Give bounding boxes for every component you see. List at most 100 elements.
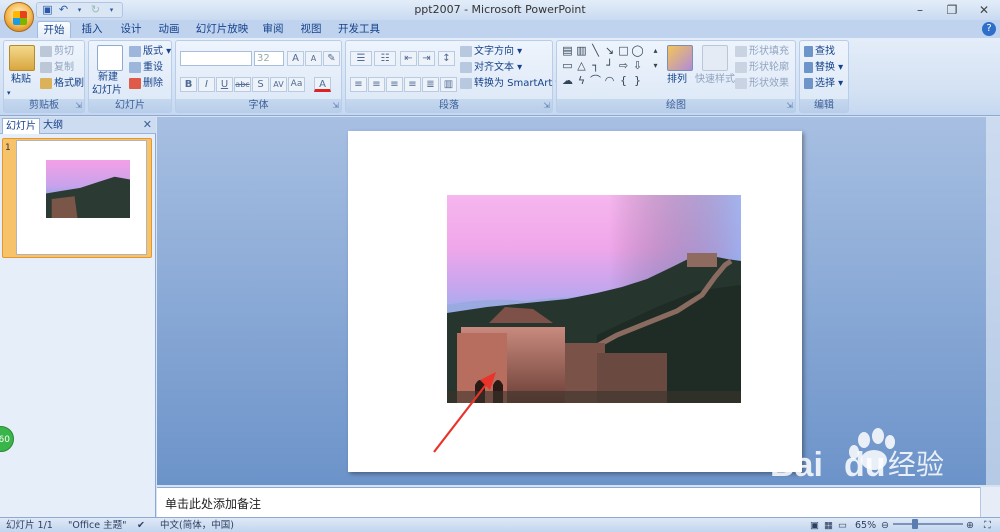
tab-insert[interactable]: 插入 xyxy=(78,21,106,38)
shape-fill-button[interactable]: 形状填充 xyxy=(735,45,789,58)
tab-developer[interactable]: 开发工具 xyxy=(336,21,382,38)
right-brace-shape-icon[interactable]: } xyxy=(631,74,644,87)
drawing-launcher-icon[interactable]: ⇲ xyxy=(786,101,793,110)
right-arrow-shape-icon[interactable]: ⇨ xyxy=(617,59,630,72)
align-right-icon[interactable]: ≡ xyxy=(386,77,403,92)
text-direction-button[interactable]: 文字方向 ▾ xyxy=(460,45,522,58)
tab-slideshow[interactable]: 幻灯片放映 xyxy=(194,21,250,38)
office-button[interactable] xyxy=(4,2,34,32)
restore-button[interactable]: ❐ xyxy=(936,0,968,20)
arrange-button[interactable]: 排列 xyxy=(667,73,687,86)
shapes-scroll-up-icon[interactable]: ▴ xyxy=(649,44,662,57)
decrease-indent-icon[interactable]: ⇤ xyxy=(400,51,417,66)
strikethrough-button[interactable]: abc xyxy=(234,77,251,92)
justify-icon[interactable]: ≡ xyxy=(404,77,421,92)
font-color-button[interactable]: A xyxy=(314,77,331,92)
triangle-shape-icon[interactable]: △ xyxy=(575,59,588,72)
delete-button[interactable]: 删除 xyxy=(129,77,163,90)
align-center-icon[interactable]: ≡ xyxy=(368,77,385,92)
connector-shape-icon[interactable]: ┘ xyxy=(603,59,616,72)
increase-indent-icon[interactable]: ⇥ xyxy=(418,51,435,66)
cloud-shape-icon[interactable]: ☁ xyxy=(561,74,574,87)
quick-styles-icon[interactable] xyxy=(702,45,728,71)
arrange-icon[interactable] xyxy=(667,45,693,71)
shrink-font-button[interactable]: A xyxy=(305,51,322,66)
font-launcher-icon[interactable]: ⇲ xyxy=(332,101,339,110)
distribute-icon[interactable]: ≣ xyxy=(422,77,439,92)
new-slide-label2[interactable]: 幻灯片 xyxy=(92,84,122,97)
quick-styles-button[interactable]: 快速样式 xyxy=(695,73,735,86)
numbering-icon[interactable]: ☷ xyxy=(374,51,396,66)
line-spacing-icon[interactable]: ↕ xyxy=(438,51,455,66)
shape-fill-label: 形状填充 xyxy=(749,46,789,57)
align-text-button[interactable]: 对齐文本 ▾ xyxy=(460,61,522,74)
effects-icon xyxy=(735,77,747,89)
layout-button[interactable]: 版式 ▾ xyxy=(129,45,171,58)
grow-font-button[interactable]: A xyxy=(287,51,304,66)
left-brace-shape-icon[interactable]: { xyxy=(617,74,630,87)
panel-close-icon[interactable]: ✕ xyxy=(143,118,152,131)
clear-format-icon[interactable]: ✎ xyxy=(323,51,340,66)
elbow-connector-shape-icon[interactable]: ┐ xyxy=(589,59,602,72)
paste-button[interactable]: 粘贴 xyxy=(11,73,31,86)
select-label: 选择 xyxy=(815,78,835,89)
spellcheck-icon[interactable]: ✔ xyxy=(137,519,145,532)
bold-button[interactable]: B xyxy=(180,77,197,92)
minimize-button[interactable]: – xyxy=(904,0,936,20)
italic-button[interactable]: I xyxy=(198,77,215,92)
help-icon[interactable]: ? xyxy=(982,22,996,36)
reset-icon xyxy=(129,61,141,73)
line-shape-icon[interactable]: ╲ xyxy=(589,44,602,57)
shape-outline-button[interactable]: 形状轮廓 xyxy=(735,61,789,74)
clipboard-launcher-icon[interactable]: ⇲ xyxy=(75,101,82,110)
bullets-icon[interactable]: ☰ xyxy=(350,51,372,66)
down-arrow-shape-icon[interactable]: ⇩ xyxy=(631,59,644,72)
tab-design[interactable]: 设计 xyxy=(117,21,145,38)
paragraph-launcher-icon[interactable]: ⇲ xyxy=(543,101,550,110)
language-indicator[interactable]: 中文(简体，中国) xyxy=(160,519,234,532)
cut-button[interactable]: 剪切 xyxy=(40,45,74,58)
replace-button[interactable]: 替换 ▾ xyxy=(804,61,843,74)
change-case-button[interactable]: Aa xyxy=(288,77,305,92)
format-painter-button[interactable]: 格式刷 xyxy=(40,77,84,90)
smartart-button[interactable]: 转换为 SmartArt ▾ xyxy=(460,77,561,90)
close-button[interactable]: ✕ xyxy=(968,0,1000,20)
shape-effects-button[interactable]: 形状效果 xyxy=(735,77,789,90)
curve-shape-icon[interactable]: ⌒ xyxy=(589,74,602,87)
arrow-line-shape-icon[interactable]: ↘ xyxy=(603,44,616,57)
notes-placeholder: 单击此处添加备注 xyxy=(165,497,262,511)
tab-home[interactable]: 开始 xyxy=(37,21,71,38)
rounded-rect-shape-icon[interactable]: ▭ xyxy=(561,59,574,72)
tab-review[interactable]: 审阅 xyxy=(259,21,287,38)
textbox-shape-icon[interactable]: ▤ xyxy=(561,44,574,57)
oval-shape-icon[interactable]: ◯ xyxy=(631,44,644,57)
copy-button[interactable]: 复制 xyxy=(40,61,74,74)
underline-button[interactable]: U xyxy=(216,77,233,92)
paste-icon[interactable] xyxy=(9,45,35,71)
char-spacing-button[interactable]: AV xyxy=(270,77,287,92)
tab-animation[interactable]: 动画 xyxy=(155,21,183,38)
rectangle-shape-icon[interactable]: □ xyxy=(617,44,630,57)
tab-outline-panel[interactable]: 大纲 xyxy=(40,118,66,134)
reset-button[interactable]: 重设 xyxy=(129,61,163,74)
columns-icon[interactable]: ▥ xyxy=(440,77,457,92)
delete-icon xyxy=(129,77,141,89)
new-slide-icon[interactable] xyxy=(97,45,123,71)
font-name-input[interactable] xyxy=(180,51,252,66)
lightning-shape-icon[interactable]: ϟ xyxy=(575,74,588,87)
tab-view[interactable]: 视图 xyxy=(297,21,325,38)
theme-name: "Office 主题" xyxy=(68,520,127,531)
baidu-brand-text-2: du xyxy=(844,446,886,484)
font-size-input[interactable]: 32 xyxy=(254,51,284,66)
tab-slides-panel[interactable]: 幻灯片 xyxy=(2,118,40,134)
vertical-textbox-shape-icon[interactable]: ▥ xyxy=(575,44,588,57)
find-button[interactable]: 查找 xyxy=(804,45,835,58)
arc-shape-icon[interactable]: ◠ xyxy=(603,74,616,87)
layout-label: 版式 xyxy=(143,46,163,57)
align-left-icon[interactable]: ≡ xyxy=(350,77,367,92)
select-button[interactable]: 选择 ▾ xyxy=(804,77,843,90)
shadow-button[interactable]: S xyxy=(252,77,269,92)
new-slide-button[interactable]: 新建 xyxy=(98,71,118,84)
baidu-brand-text: Bai xyxy=(770,446,823,484)
shapes-scroll-down-icon[interactable]: ▾ xyxy=(649,59,662,72)
